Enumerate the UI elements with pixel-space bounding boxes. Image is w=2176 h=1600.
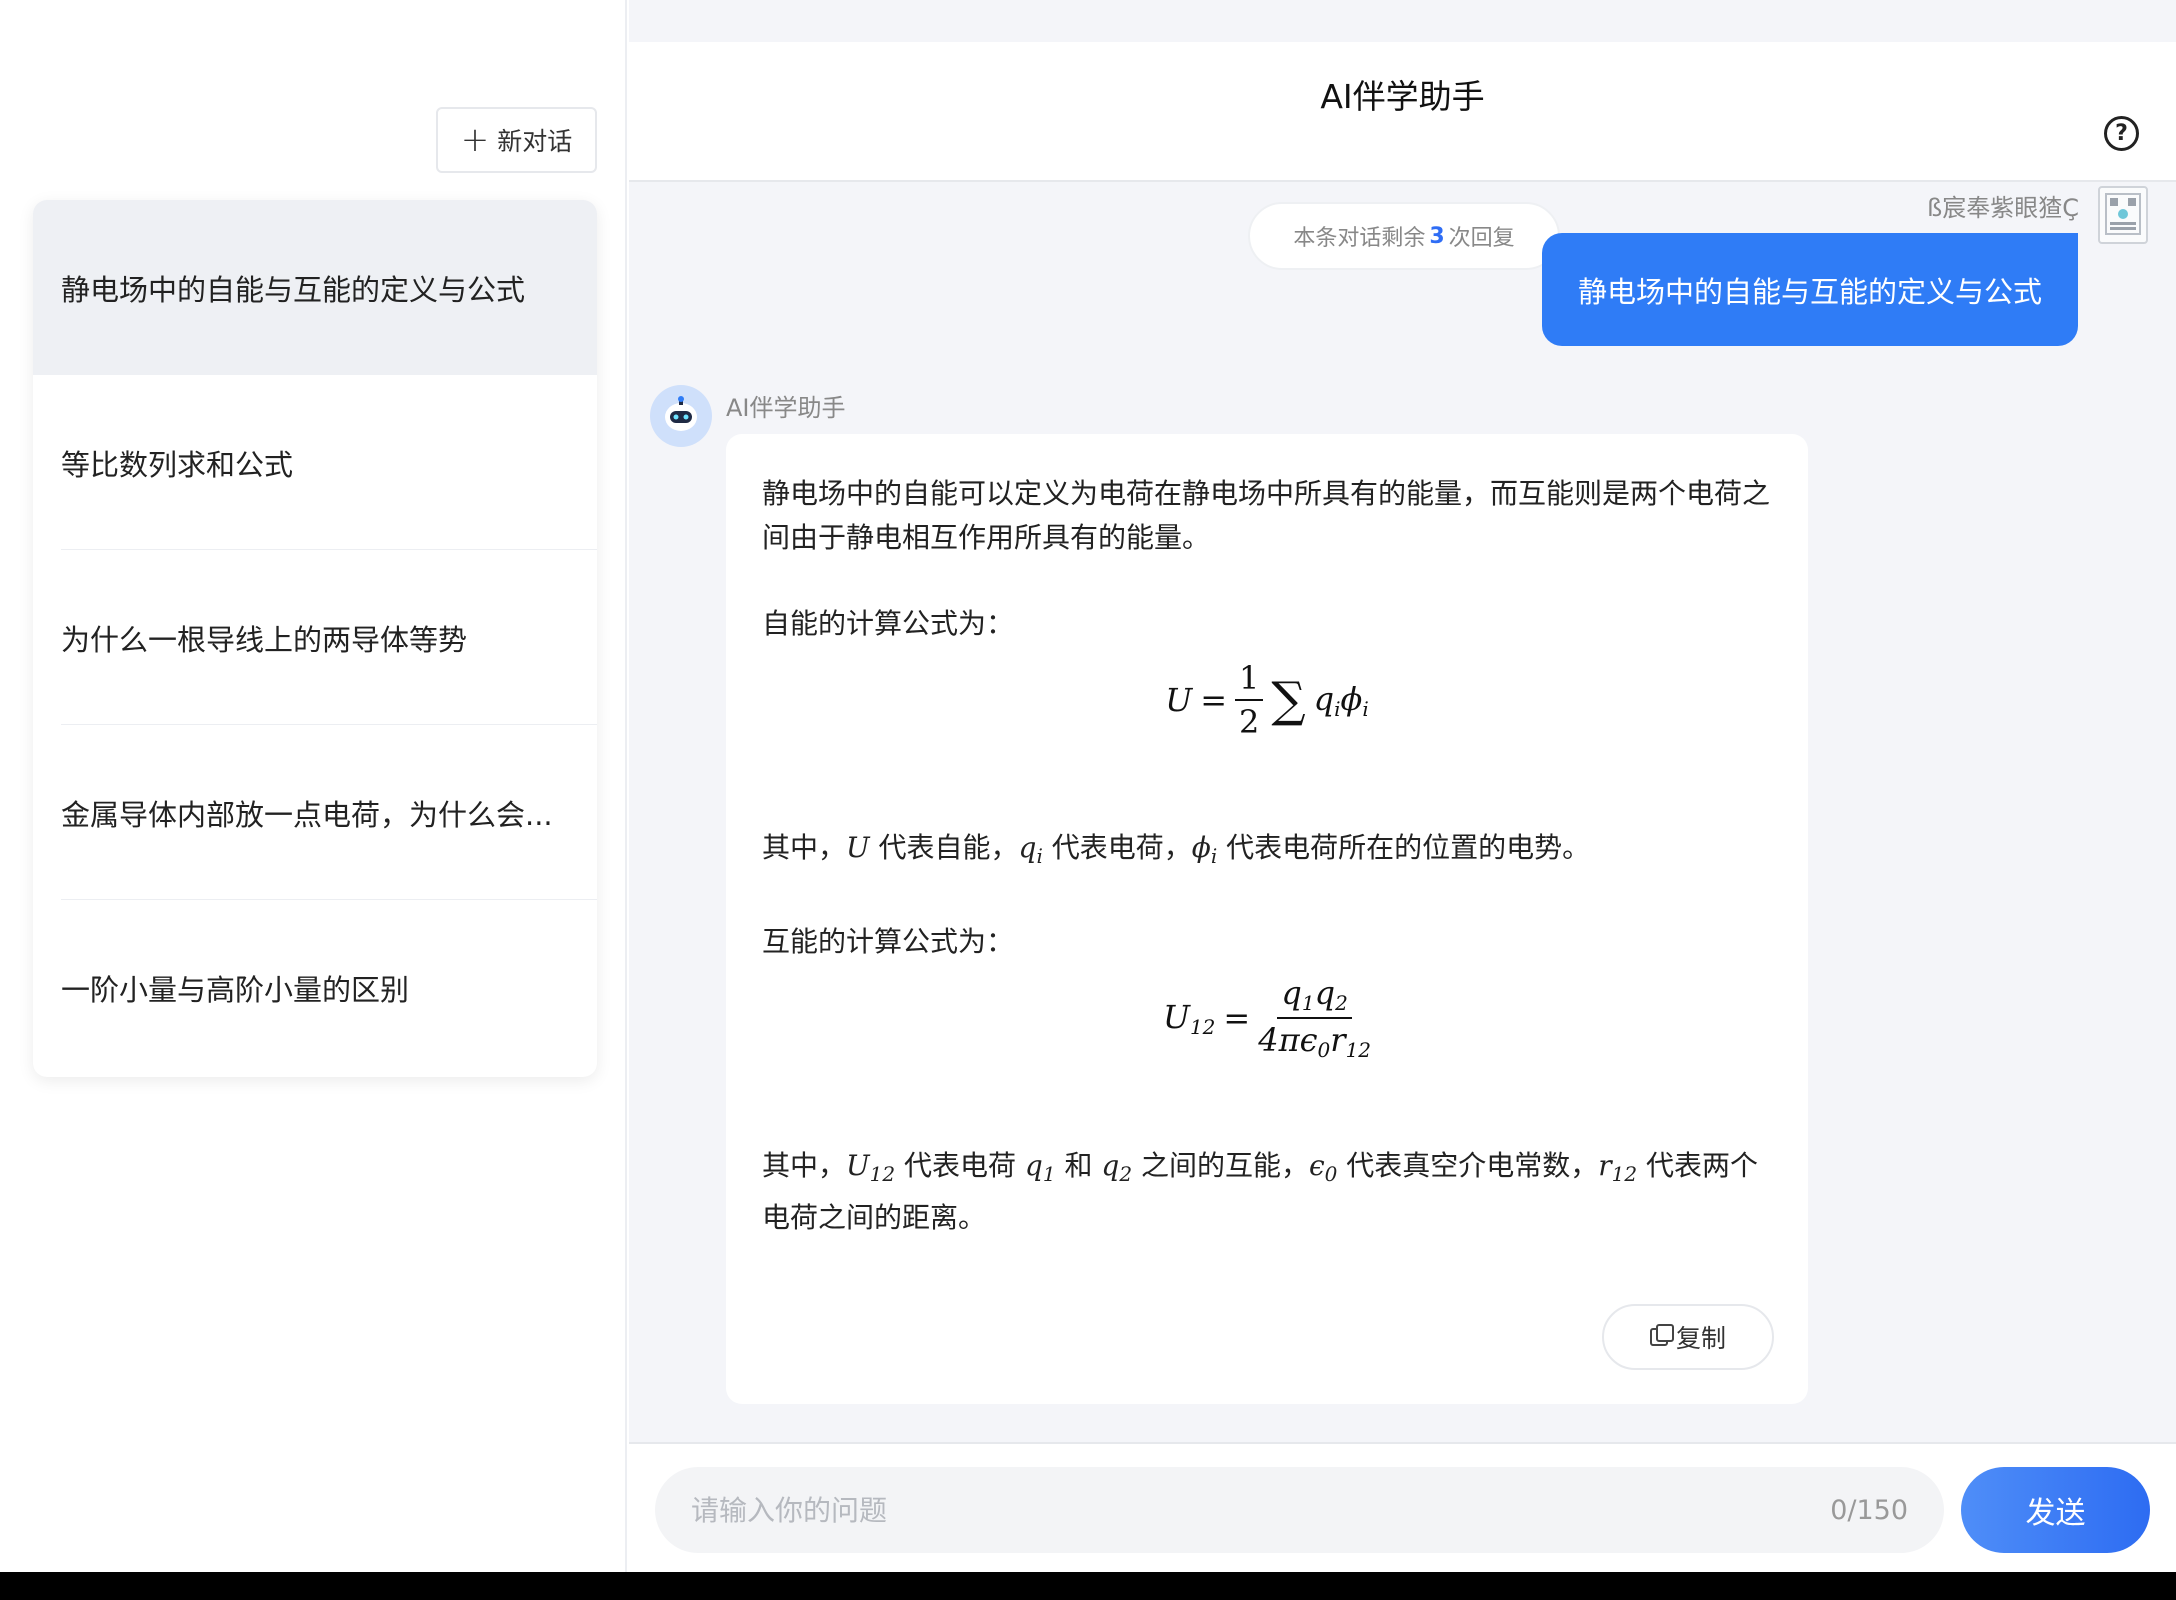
math-sub: 12	[869, 1162, 896, 1186]
history-item-label: 等比数列求和公式	[61, 447, 294, 482]
user-message-bubble: 静电场中的自能与互能的定义与公式	[1541, 233, 2078, 346]
math-U12: U12	[846, 1149, 895, 1186]
math-sub: 12	[1611, 1162, 1638, 1186]
math-phii: ϕi	[1191, 831, 1218, 868]
math-q2: q2	[1101, 1149, 1132, 1186]
qr-avatar-icon	[2105, 193, 2141, 235]
remaining-count: 3	[1429, 223, 1445, 249]
math-sub: 1	[1042, 1162, 1056, 1186]
copy-icon	[1649, 1324, 1674, 1346]
bot-name: AI伴学助手	[726, 394, 846, 422]
text-fragment: 代表电荷所在的位置的电势。	[1217, 831, 1591, 864]
math-sub: 2	[1119, 1162, 1133, 1186]
question-input[interactable]	[691, 1493, 1831, 1527]
math-q1: q1	[1024, 1149, 1056, 1186]
copy-button[interactable]: 复制	[1602, 1304, 1774, 1370]
char-count: 0/150	[1830, 1494, 1908, 1526]
math-eps: ϵ	[1308, 1149, 1325, 1182]
text-fragment: 之间的互能，	[1132, 1149, 1309, 1182]
question-circle-icon[interactable]: ?	[2104, 116, 2139, 151]
robot-icon	[665, 396, 697, 431]
text-fragment: 代表电荷，	[1042, 831, 1192, 864]
math-q: q	[1101, 1149, 1120, 1182]
text-fragment: 和	[1055, 1149, 1102, 1182]
history-item[interactable]: 为什么一根导线上的两导体等势	[33, 550, 597, 725]
math-qi: qi	[1018, 831, 1043, 868]
history-item[interactable]: 等比数列求和公式	[33, 375, 597, 550]
mutual-energy-formula: U12 = q1q2 4πϵ0r12	[1162, 974, 1372, 1062]
remaining-prefix: 本条对话剩余	[1293, 226, 1426, 251]
remaining-suffix: 次回复	[1448, 226, 1515, 251]
history-item-label: 静电场中的自能与互能的定义与公式	[61, 272, 526, 307]
text-fragment: 代表真空介电常数，	[1337, 1149, 1599, 1182]
self-energy-explain: 其中，U 代表自能，qi 代表电荷，ϕi 代表电荷所在的位置的电势。	[762, 826, 1772, 878]
copy-label: 复制	[1675, 1324, 1726, 1353]
new-chat-label: 新对话	[497, 127, 573, 156]
math-q: q	[1024, 1149, 1043, 1182]
history-item-label: 金属导体内部放一点电荷，为什么会...	[61, 797, 553, 832]
text-fragment: 代表自能，	[869, 831, 1019, 864]
bot-avatar	[650, 385, 712, 447]
chat-main: AI伴学助手 ? 本条对话剩余 3 次回复 ß宸奉紫眼猹Ç 静电场中的自能与互能…	[629, 0, 2176, 1572]
user-avatar	[2098, 186, 2148, 244]
history-item[interactable]: 金属导体内部放一点电荷，为什么会...	[33, 725, 597, 900]
bot-reply-card: 静电场中的自能可以定义为电荷在静电场中所具有的能量，而互能则是两个电荷之间由于静…	[726, 434, 1808, 1404]
mutual-energy-explain: 其中，U12 代表电荷 q1 和 q2 之间的互能，ϵ0 代表真空介电常数，r1…	[762, 1144, 1772, 1240]
chat-history-list: 静电场中的自能与互能的定义与公式 等比数列求和公式 为什么一根导线上的两导体等势…	[33, 200, 597, 1077]
math-eps0: ϵ0	[1308, 1149, 1337, 1186]
remaining-replies-badge: 本条对话剩余 3 次回复	[1248, 202, 1560, 270]
math-r12: r12	[1598, 1149, 1637, 1186]
question-input-wrapper: 0/150	[655, 1467, 1944, 1553]
math-q: q	[1018, 831, 1037, 864]
self-energy-heading: 自能的计算公式为：	[762, 607, 1015, 640]
math-r: r	[1598, 1149, 1612, 1182]
self-energy-formula: U = 12 ∑ qiϕi	[1165, 659, 1369, 741]
user-name: ß宸奉紫眼猹Ç	[1927, 194, 2079, 222]
reply-intro: 静电场中的自能可以定义为电荷在静电场中所具有的能量，而互能则是两个电荷之间由于静…	[762, 477, 1771, 554]
math-phi: ϕ	[1191, 831, 1211, 864]
text-fragment: 其中，	[762, 1149, 847, 1182]
page-title: AI伴学助手	[1320, 77, 1485, 116]
math-sub: 0	[1324, 1162, 1338, 1186]
input-bar: 0/150 发送	[629, 1442, 2176, 1572]
new-chat-button[interactable]: + 新对话	[436, 107, 597, 173]
history-item-label: 一阶小量与高阶小量的区别	[61, 972, 410, 1007]
text-fragment: 其中，	[762, 831, 847, 864]
plus-icon: +	[460, 120, 490, 160]
math-U: U	[846, 1149, 870, 1182]
user-message-text: 静电场中的自能与互能的定义与公式	[1577, 274, 2042, 309]
history-item[interactable]: 一阶小量与高阶小量的区别	[33, 900, 597, 1075]
mutual-energy-heading: 互能的计算公式为：	[762, 925, 1015, 958]
text-fragment: 代表电荷	[895, 1149, 1025, 1182]
screen-bottom-edge	[0, 1572, 2176, 1600]
send-button[interactable]: 发送	[1961, 1467, 2150, 1553]
history-item-label: 为什么一根导线上的两导体等势	[61, 622, 468, 657]
sidebar: + 新对话 静电场中的自能与互能的定义与公式 等比数列求和公式 为什么一根导线上…	[0, 0, 627, 1572]
math-U: U	[846, 831, 870, 864]
history-item-active[interactable]: 静电场中的自能与互能的定义与公式	[33, 200, 597, 375]
